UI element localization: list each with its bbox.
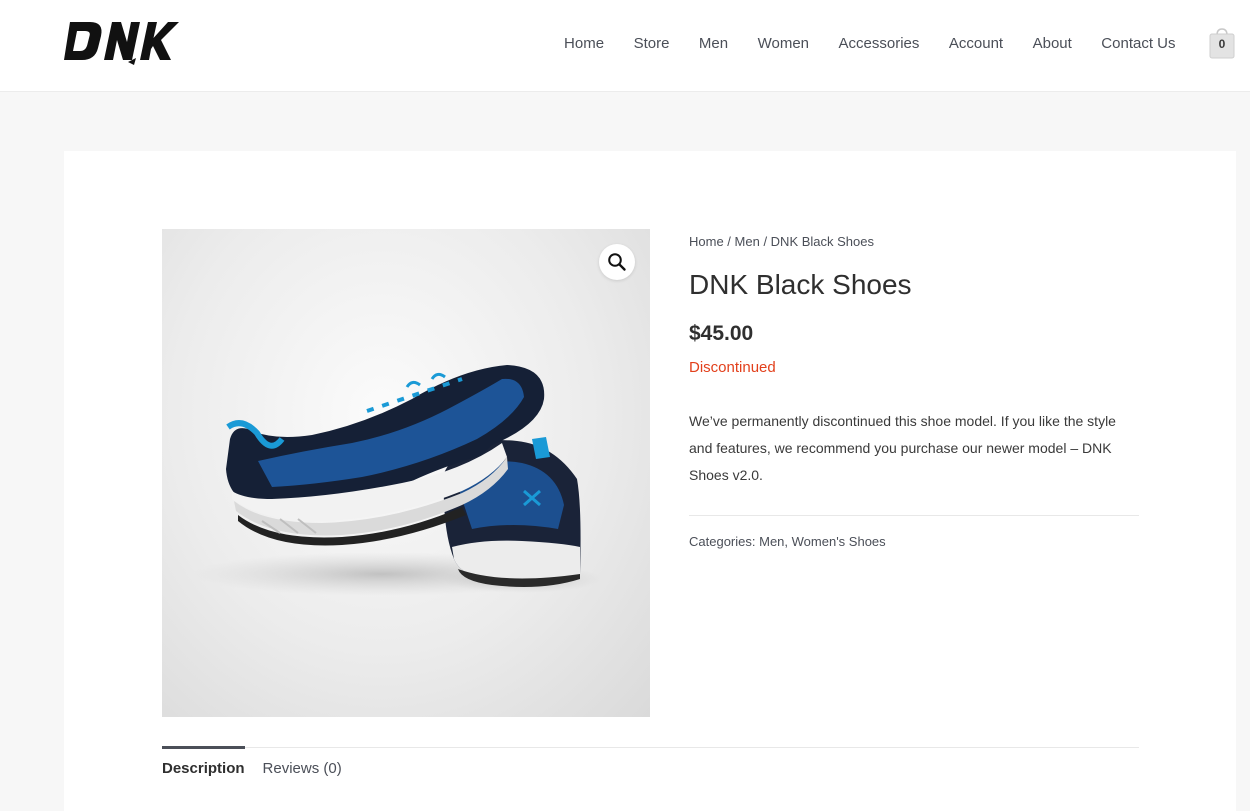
nav-item-men[interactable]: Men (699, 35, 728, 52)
breadcrumb-separator: / (723, 234, 735, 249)
breadcrumb-current: DNK Black Shoes (770, 234, 874, 249)
divider (689, 515, 1139, 516)
category-link-womens-shoes[interactable]: Women's Shoes (792, 534, 886, 549)
magnifier-icon (608, 253, 626, 271)
product-photo-shoes (192, 365, 602, 596)
zoom-button[interactable] (599, 244, 635, 280)
cart-count-badge: 0 (1218, 37, 1226, 51)
stock-status: Discontinued (689, 359, 776, 376)
breadcrumb-home[interactable]: Home (689, 234, 724, 249)
site-logo[interactable] (64, 18, 180, 66)
nav-item-store[interactable]: Store (634, 35, 670, 52)
breadcrumb-separator: / (759, 234, 771, 249)
categories-label: Categories: (689, 534, 756, 549)
nav-item-women[interactable]: Women (758, 35, 809, 52)
nav-item-account[interactable]: Account (949, 35, 1003, 52)
breadcrumb: Home / Men / DNK Black Shoes (689, 233, 1139, 251)
nav-item-accessories[interactable]: Accessories (839, 35, 920, 52)
category-link-men[interactable]: Men (759, 534, 784, 549)
product-content: Home / Men / DNK Black Shoes DNK Black S… (64, 151, 1236, 811)
site-header: Home Store Men Women Accessories Account… (0, 0, 1250, 92)
product-title: DNK Black Shoes (689, 269, 912, 300)
nav-item-home[interactable]: Home (564, 35, 604, 52)
product-image[interactable] (162, 229, 650, 717)
product-short-description: We’ve permanently discontinued this shoe… (689, 413, 1116, 483)
product-categories: Categories: Men, Women's Shoes (689, 533, 1139, 551)
nav-item-about[interactable]: About (1033, 35, 1072, 52)
dnk-logo-icon (64, 22, 179, 65)
product-summary: Home / Men / DNK Black Shoes DNK Black S… (689, 233, 1139, 551)
product-price: $45.00 (689, 322, 754, 345)
main-navigation: Home Store Men Women Accessories Account… (564, 0, 1250, 86)
product-tabs: Description Reviews (0) (162, 746, 1139, 777)
category-separator: , (784, 534, 792, 549)
breadcrumb-men[interactable]: Men (735, 234, 760, 249)
cart-button[interactable]: 0 (1209, 27, 1235, 59)
tab-description[interactable]: Description (162, 746, 245, 777)
nav-item-contact-us[interactable]: Contact Us (1101, 35, 1175, 52)
tab-reviews[interactable]: Reviews (0) (263, 748, 342, 777)
